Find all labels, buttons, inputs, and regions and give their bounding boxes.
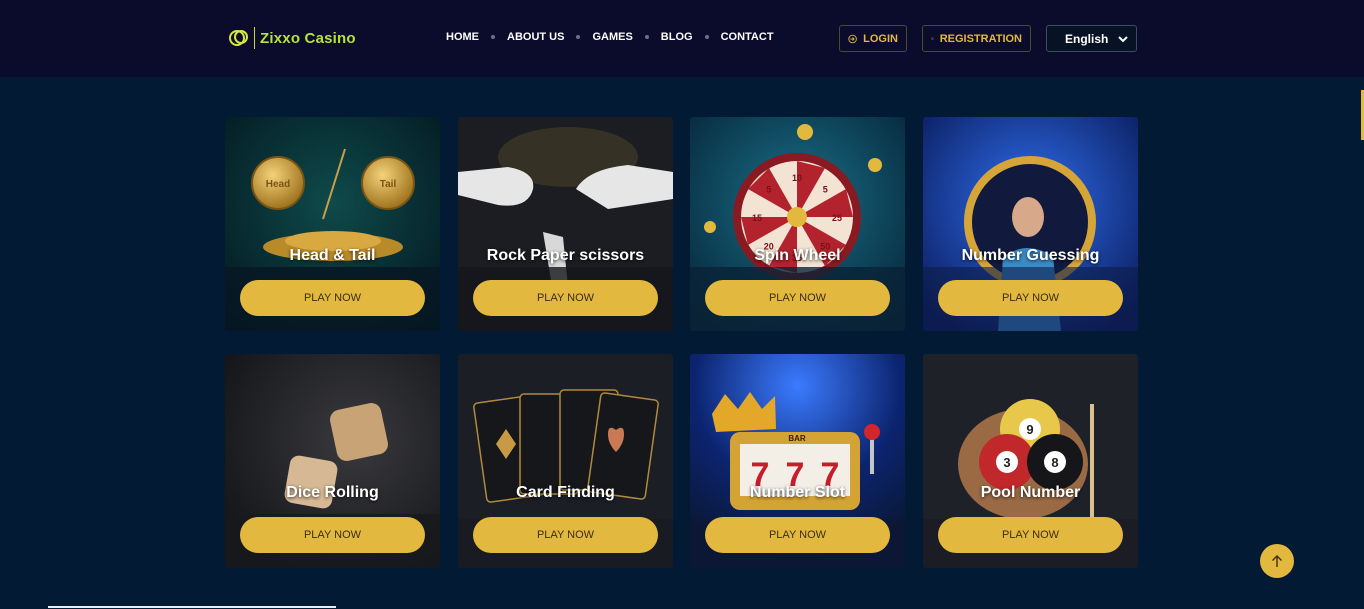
wheel-number: 10 xyxy=(792,173,802,183)
wheel-number: 5 xyxy=(766,185,771,195)
user-plus-icon xyxy=(931,37,934,40)
pool-ball-number: 9 xyxy=(1026,422,1033,437)
play-now-button[interactable]: PLAY NOW xyxy=(473,517,658,553)
pool-ball-number: 3 xyxy=(1003,455,1010,470)
nav-about-us[interactable]: ABOUT US xyxy=(507,31,564,43)
brand-name: Zixxo Casino xyxy=(260,29,356,47)
nav-blog[interactable]: BLOG xyxy=(661,31,693,43)
scroll-to-top-button[interactable] xyxy=(1260,544,1294,578)
nav-contact[interactable]: CONTACT xyxy=(721,31,774,43)
play-now-button[interactable]: PLAY NOW xyxy=(240,517,425,553)
game-title: Card Finding xyxy=(516,484,615,501)
game-title: Number Slot xyxy=(749,484,846,501)
brand-logo[interactable]: Zixxo Casino xyxy=(228,27,356,49)
game-card-head-tail[interactable]: Head Tail Head & Tail PLAY NOW xyxy=(225,117,440,331)
game-title: Rock Paper scissors xyxy=(486,247,645,264)
pool-ball-number: 8 xyxy=(1051,455,1058,470)
game-title: Head & Tail xyxy=(289,247,376,264)
registration-button[interactable]: REGISTRATION xyxy=(922,25,1031,52)
game-title: Number Guessing xyxy=(961,247,1100,264)
game-title: Pool Number xyxy=(980,484,1081,501)
game-card-rock-paper-scissors[interactable]: Rock Paper scissors PLAY NOW xyxy=(458,117,673,331)
game-card-pool-number[interactable]: 9 3 8 Pool Number PLAY NOW xyxy=(923,354,1138,568)
game-card-spin-wheel[interactable]: 10 5 25 50 35 20 15 5 Spin Wheel PLAY NOW xyxy=(690,117,905,331)
login-button[interactable]: LOGIN xyxy=(839,25,907,52)
login-label: LOGIN xyxy=(863,32,898,45)
coins-logo-icon xyxy=(229,30,248,46)
play-now-button[interactable]: PLAY NOW xyxy=(938,517,1123,553)
main-nav: HOME ABOUT US GAMES BLOG CONTACT xyxy=(446,31,774,43)
coin-label-head: Head xyxy=(266,179,290,190)
wheel-number: 25 xyxy=(832,213,842,223)
chevron-down-icon xyxy=(1118,36,1128,43)
play-now-button[interactable]: PLAY NOW xyxy=(473,280,658,316)
nav-separator xyxy=(576,35,581,39)
registration-label: REGISTRATION xyxy=(939,32,1022,45)
footer-divider xyxy=(48,606,336,608)
nav-separator xyxy=(704,35,709,39)
game-card-card-finding[interactable]: Card Finding PLAY NOW xyxy=(458,354,673,568)
nav-home[interactable]: HOME xyxy=(446,31,479,43)
play-now-button[interactable]: PLAY NOW xyxy=(705,280,890,316)
arrow-up-icon xyxy=(1272,555,1282,567)
language-selected: English xyxy=(1065,31,1109,46)
slot-bar-label: BAR xyxy=(788,434,806,443)
login-icon xyxy=(848,34,857,43)
game-title: Dice Rolling xyxy=(286,484,379,501)
play-now-button[interactable]: PLAY NOW xyxy=(938,280,1123,316)
game-card-dice-rolling[interactable]: Dice Rolling PLAY NOW xyxy=(225,354,440,568)
logo-divider xyxy=(254,27,255,49)
game-card-number-guessing[interactable]: Number Guessing PLAY NOW xyxy=(923,117,1138,331)
coin-label-tail: Tail xyxy=(380,179,397,190)
nav-separator xyxy=(491,35,495,39)
game-card-number-slot[interactable]: 7 7 7 BAR Number Slot PLAY NOW xyxy=(690,354,905,568)
language-select[interactable]: English xyxy=(1046,25,1137,52)
play-now-button[interactable]: PLAY NOW xyxy=(240,280,425,316)
nav-games[interactable]: GAMES xyxy=(592,31,632,43)
wheel-number: 15 xyxy=(752,213,762,223)
wheel-number: 5 xyxy=(823,185,828,195)
site-header: Zixxo Casino HOME ABOUT US GAMES BLOG CO… xyxy=(0,0,1364,77)
nav-separator xyxy=(644,35,649,39)
play-now-button[interactable]: PLAY NOW xyxy=(705,517,890,553)
game-title: Spin Wheel xyxy=(754,247,841,264)
